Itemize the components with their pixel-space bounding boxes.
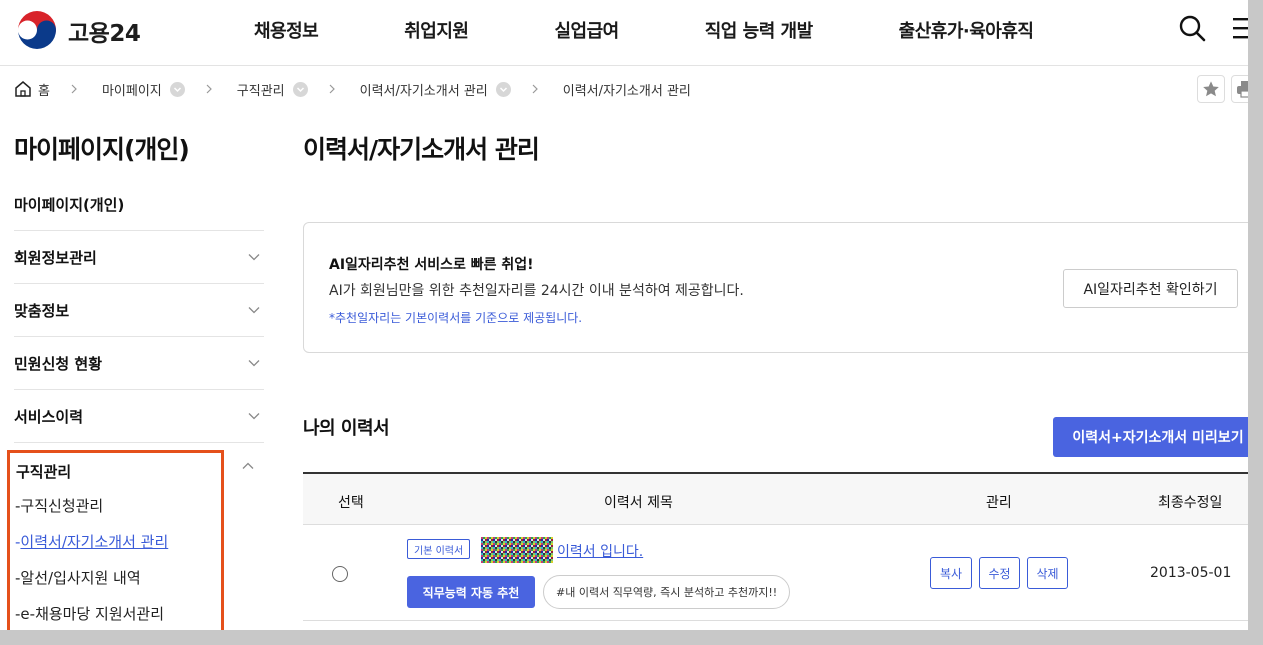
chevron-up-icon[interactable] <box>242 462 254 470</box>
breadcrumb: 홈 마이페이지 구직관리 이력서/자기소개서 관리 이력서/자기소개서 관리 <box>14 78 691 100</box>
table-header: 선택 이력서 제목 관리 최종수정일 <box>303 472 1248 525</box>
sidebar-item-civil-status[interactable]: 민원신청 현황 <box>14 337 264 390</box>
star-icon <box>1203 81 1219 97</box>
page-title: 이력서/자기소개서 관리 <box>303 135 540 164</box>
sidebar-item-member-info[interactable]: 회원정보관리 <box>14 231 264 284</box>
global-nav: 채용정보 취업지원 실업급여 직업 능력 개발 출산휴가·육아휴직 <box>254 17 1034 43</box>
submenu-referral-history[interactable]: -알선/입사지원 내역 <box>15 567 168 603</box>
page: 고용24 채용정보 취업지원 실업급여 직업 능력 개발 출산휴가·육아휴직 홈… <box>0 0 1248 630</box>
nav-item-jobs[interactable]: 채용정보 <box>254 17 319 43</box>
sidebar-item-service-history[interactable]: 서비스이력 <box>14 390 264 443</box>
search-icon[interactable] <box>1178 14 1206 42</box>
nav-item-unemployment-benefit[interactable]: 실업급여 <box>555 17 620 43</box>
submenu-job-application[interactable]: -구직신청관리 <box>15 495 168 531</box>
table-row: 기본 이력서 이력서 입니다. 직무능력 자동 추천 #내 이력서 직무역량, … <box>303 525 1248 621</box>
nav-item-skill-development[interactable]: 직업 능력 개발 <box>705 17 813 43</box>
edit-button[interactable]: 수정 <box>979 557 1020 589</box>
breadcrumb-home[interactable]: 홈 <box>38 80 50 99</box>
column-header-manage: 관리 <box>986 495 1012 511</box>
logo-text: 고용24 <box>68 21 141 47</box>
logo[interactable]: 고용24 <box>14 8 141 54</box>
sidebar-item-label: 회원정보관리 <box>14 248 97 267</box>
ai-recommend-heading: AI일자리추천 서비스로 빠른 취업! <box>329 257 534 273</box>
breadcrumb-mypage[interactable]: 마이페이지 <box>102 80 162 99</box>
delete-button[interactable]: 삭제 <box>1027 557 1068 589</box>
chevron-down-icon <box>248 254 260 261</box>
column-header-title: 이력서 제목 <box>604 495 673 511</box>
sidebar-title: 마이페이지(개인) <box>14 135 190 164</box>
chevron-right-icon <box>532 84 538 94</box>
sidebar-item-mypage[interactable]: 마이페이지(개인) <box>14 178 264 231</box>
chevron-down-circle-icon[interactable] <box>292 81 308 97</box>
resume-table: 선택 이력서 제목 관리 최종수정일 기본 이력서 이력서 입니다. 직무능력 … <box>303 472 1248 621</box>
submenu-e-recruit-applications[interactable]: -e-채용마당 지원서관리 <box>15 603 168 630</box>
chevron-down-circle-icon[interactable] <box>169 81 185 97</box>
sidebar-item-label: 마이페이지(개인) <box>14 195 125 214</box>
column-header-select: 선택 <box>338 495 364 511</box>
print-button[interactable] <box>1231 75 1248 103</box>
ai-recommend-description: AI가 회원님만을 위한 추천일자리를 24시간 이내 분석하여 제공합니다. <box>329 283 744 299</box>
breadcrumb-resume-management[interactable]: 이력서/자기소개서 관리 <box>360 80 488 99</box>
header: 고용24 채용정보 취업지원 실업급여 직업 능력 개발 출산휴가·육아휴직 <box>0 0 1248 66</box>
default-resume-badge: 기본 이력서 <box>407 539 471 559</box>
copy-button[interactable]: 복사 <box>930 557 972 589</box>
taegeuk-logo-icon <box>16 10 58 52</box>
chevron-down-icon <box>248 360 260 367</box>
ai-recommend-note: *추천일자리는 기본이력서를 기준으로 제공됩니다. <box>329 311 583 325</box>
resume-title-link[interactable]: 이력서 입니다. <box>557 541 643 561</box>
skill-analysis-tag[interactable]: #내 이력서 직무역량, 즉시 분석하고 추천까지!! <box>543 575 791 609</box>
sidebar-group-label[interactable]: 구직관리 <box>16 461 71 482</box>
resume-select-radio[interactable] <box>332 566 348 582</box>
breadcrumb-current: 이력서/자기소개서 관리 <box>562 83 691 99</box>
printer-icon <box>1237 81 1248 98</box>
nav-item-parental-leave[interactable]: 출산휴가·육아휴직 <box>899 17 1034 43</box>
chevron-right-icon <box>329 84 335 94</box>
sidebar-item-label: 서비스이력 <box>14 407 84 426</box>
submenu-resume-management[interactable]: -이력서/자기소개서 관리 <box>15 531 168 567</box>
my-resume-title: 나의 이력서 <box>303 418 390 439</box>
chevron-right-icon <box>71 84 77 94</box>
home-icon[interactable] <box>14 80 32 98</box>
last-modified-date: 2013-05-01 <box>1150 565 1232 581</box>
sidebar-item-custom-info[interactable]: 맞춤정보 <box>14 284 264 337</box>
favorite-button[interactable] <box>1197 75 1225 103</box>
nav-item-employment-support[interactable]: 취업지원 <box>404 17 469 43</box>
ai-recommend-button[interactable]: AI일자리추천 확인하기 <box>1063 269 1238 308</box>
chevron-down-icon <box>248 307 260 314</box>
column-header-last-modified: 최종수정일 <box>1158 495 1223 511</box>
sidebar-item-label: 맞춤정보 <box>14 301 70 320</box>
sidebar-submenu: -구직신청관리 -이력서/자기소개서 관리 -알선/입사지원 내역 -e-채용마… <box>15 495 168 630</box>
sidebar-group-job-management: 구직관리 -구직신청관리 -이력서/자기소개서 관리 -알선/입사지원 내역 -… <box>7 450 224 630</box>
sidebar-item-label: 민원신청 현황 <box>14 354 103 373</box>
skill-auto-recommend-button[interactable]: 직무능력 자동 추천 <box>407 576 535 608</box>
chevron-right-icon <box>206 84 212 94</box>
sidebar-menu: 마이페이지(개인) 회원정보관리 맞춤정보 민원신청 현황 서비스이력 <box>14 178 264 443</box>
hamburger-menu-icon[interactable] <box>1232 16 1248 40</box>
breadcrumb-job-management[interactable]: 구직관리 <box>237 80 285 99</box>
chevron-down-icon <box>248 413 260 420</box>
resume-preview-button[interactable]: 이력서+자기소개서 미리보기 <box>1053 417 1248 457</box>
ai-recommend-box: AI일자리추천 서비스로 빠른 취업! AI가 회원님만을 위한 추천일자리를 … <box>303 222 1248 353</box>
redacted-name-image <box>481 537 553 563</box>
chevron-down-circle-icon[interactable] <box>495 81 511 97</box>
